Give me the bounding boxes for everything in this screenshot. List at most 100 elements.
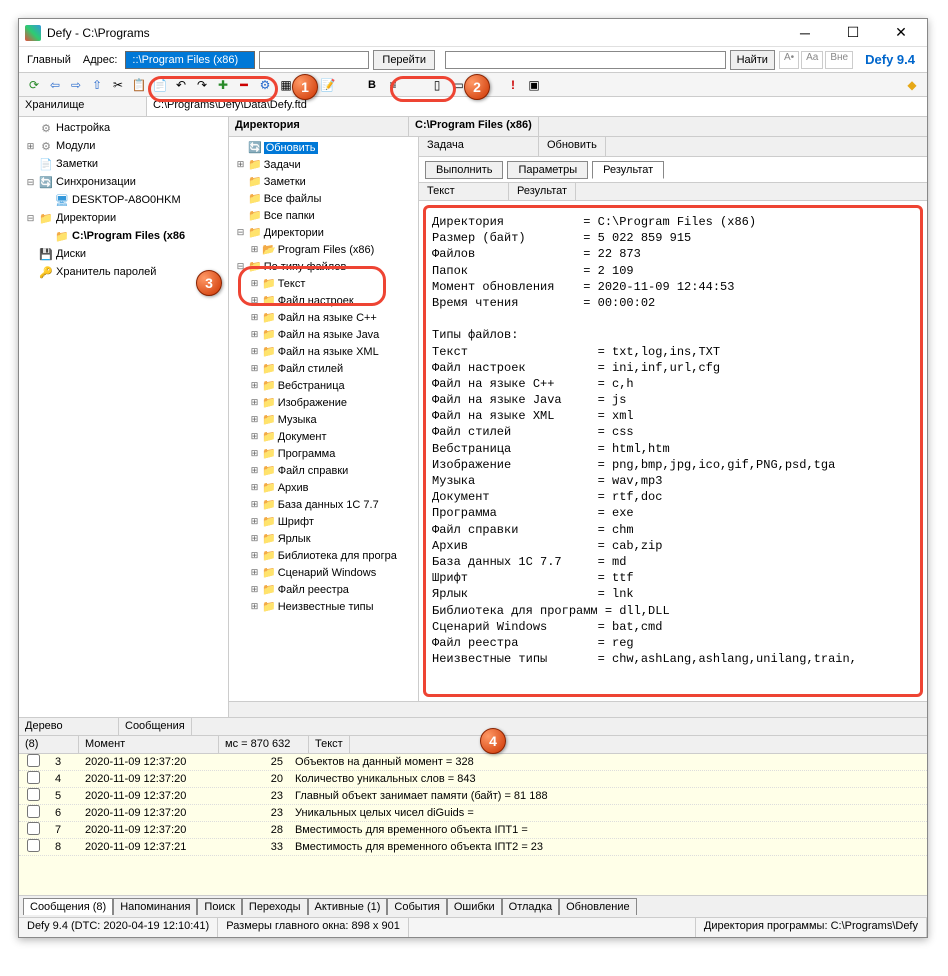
log-row[interactable]: 72020-11-09 12:37:2028Вместимость для вр…: [19, 822, 927, 839]
tree-item[interactable]: 📁C:\Program Files (x86: [21, 227, 226, 245]
log-checkbox[interactable]: [27, 839, 40, 852]
log-row[interactable]: 32020-11-09 12:37:2025Объектов на данный…: [19, 754, 927, 771]
cut-icon[interactable]: ✂: [109, 76, 127, 94]
filetree-item[interactable]: ⊞📁Файл справки: [231, 462, 416, 479]
tab[interactable]: События: [387, 898, 446, 915]
close-button[interactable]: ✕: [881, 19, 921, 47]
filetree-item[interactable]: 📁Все папки: [231, 207, 416, 224]
filetree-item[interactable]: 🔄Обновить: [231, 139, 416, 156]
tree-item[interactable]: 📄Заметки: [21, 155, 226, 173]
tree-item[interactable]: ⊞⚙Модули: [21, 137, 226, 155]
filetree-item[interactable]: ⊞📁Ярлык: [231, 530, 416, 547]
log-row[interactable]: 62020-11-09 12:37:2023Уникальных целых ч…: [19, 805, 927, 822]
align-icon[interactable]: ≡: [384, 76, 402, 94]
tree-item[interactable]: 🔑Хранитель паролей: [21, 263, 226, 281]
tree-item[interactable]: 💾Диски: [21, 245, 226, 263]
tab[interactable]: Обновление: [559, 898, 637, 915]
bottom-tabs: Сообщения (8)НапоминанияПоискПереходыАкт…: [19, 895, 927, 917]
filetree-item[interactable]: ⊞📁Текст: [231, 275, 416, 292]
filetree-item[interactable]: ⊞📁Файл реестра: [231, 581, 416, 598]
tree-item[interactable]: ⚙Настройка: [21, 119, 226, 137]
tree-item[interactable]: ⊟🔄Синхронизации: [21, 173, 226, 191]
paste-icon[interactable]: 📄: [151, 76, 169, 94]
add-icon[interactable]: ✚: [214, 76, 232, 94]
tab[interactable]: Напоминания: [113, 898, 197, 915]
tab[interactable]: Сообщения (8): [23, 898, 113, 915]
help-icon[interactable]: ◆: [903, 76, 921, 94]
filetree-item[interactable]: ⊞📁Шрифт: [231, 513, 416, 530]
params-button[interactable]: Параметры: [507, 161, 588, 179]
filetree-item[interactable]: ⊞📂Program Files (x86): [231, 241, 416, 258]
tree-item[interactable]: ⊟📁Директории: [21, 209, 226, 227]
log-row[interactable]: 42020-11-09 12:37:2020Количество уникаль…: [19, 771, 927, 788]
minimize-button[interactable]: ─: [785, 19, 825, 47]
filetree-item[interactable]: ⊞📁Файл на языке Java: [231, 326, 416, 343]
tab[interactable]: Активные (1): [308, 898, 388, 915]
gear-icon[interactable]: ⚙: [256, 76, 274, 94]
filetree-item[interactable]: ⊟📁По типу файлов: [231, 258, 416, 275]
filetree-item[interactable]: ⊞📁Файл стилей: [231, 360, 416, 377]
filetree-item[interactable]: ⊞📁Изображение: [231, 394, 416, 411]
status-dir: Директория программы: C:\Programs\Defy: [696, 918, 927, 937]
mid-col1: Директория: [229, 117, 409, 136]
refresh-icon[interactable]: ⟳: [25, 76, 43, 94]
result-text[interactable]: Директория = C:\Program Files (x86) Разм…: [423, 205, 923, 697]
redo-icon[interactable]: ↷: [193, 76, 211, 94]
filetree-item[interactable]: ⊞📁Архив: [231, 479, 416, 496]
panel1-icon[interactable]: ▯: [428, 76, 446, 94]
log-checkbox[interactable]: [27, 805, 40, 818]
bold-icon[interactable]: B: [363, 76, 381, 94]
filetree-item[interactable]: ⊞📁Сценарий Windows: [231, 564, 416, 581]
tab[interactable]: Переходы: [242, 898, 308, 915]
result-button[interactable]: Результат: [592, 161, 664, 179]
secondary-combo[interactable]: [445, 51, 726, 69]
up-icon[interactable]: ⇧: [88, 76, 106, 94]
filetree-item[interactable]: ⊞📁Музыка: [231, 411, 416, 428]
maximize-button[interactable]: ☐: [833, 19, 873, 47]
tab[interactable]: Поиск: [197, 898, 241, 915]
filetree-item[interactable]: 📁Заметки: [231, 173, 416, 190]
font-aa-btn[interactable]: Aa: [801, 51, 823, 69]
find-button[interactable]: Найти: [730, 50, 775, 70]
address-dropdown[interactable]: [259, 51, 369, 69]
filetree-item[interactable]: ⊞📁Библиотека для програ: [231, 547, 416, 564]
log-row[interactable]: 82020-11-09 12:37:2133Вместимость для вр…: [19, 839, 927, 856]
file-tree[interactable]: 🔄Обновить⊞📁Задачи📁Заметки📁Все файлы📁Все …: [229, 137, 419, 701]
copy-icon[interactable]: 📋: [130, 76, 148, 94]
log-checkbox[interactable]: [27, 754, 40, 767]
filetree-item[interactable]: ⊞📁Файл на языке XML: [231, 343, 416, 360]
font-vne-btn[interactable]: Вне: [825, 51, 853, 69]
filetree-item[interactable]: 📁Все файлы: [231, 190, 416, 207]
undo-icon[interactable]: ↶: [172, 76, 190, 94]
log-checkbox[interactable]: [27, 771, 40, 784]
filetree-item[interactable]: ⊞📁Программа: [231, 445, 416, 462]
note-icon[interactable]: 📝: [319, 76, 337, 94]
address-input[interactable]: [125, 51, 255, 69]
nav-tree[interactable]: ⚙Настройка⊞⚙Модули📄Заметки⊟🔄Синхронизаци…: [19, 117, 229, 717]
filetree-item[interactable]: ⊞📁Вебстраница: [231, 377, 416, 394]
tab[interactable]: Ошибки: [447, 898, 502, 915]
filetree-item[interactable]: ⊞📁Неизвестные типы: [231, 598, 416, 615]
forward-icon[interactable]: ⇨: [67, 76, 85, 94]
log-checkbox[interactable]: [27, 822, 40, 835]
back-icon[interactable]: ⇦: [46, 76, 64, 94]
filetree-item[interactable]: ⊞📁Задачи: [231, 156, 416, 173]
warn-icon[interactable]: !: [504, 76, 522, 94]
delete-icon[interactable]: ━: [235, 76, 253, 94]
font-a-btn[interactable]: A•: [779, 51, 799, 69]
filetree-item[interactable]: ⊞📁Документ: [231, 428, 416, 445]
tree-item[interactable]: 🖥DESKTOP-A8O0HKM: [21, 191, 226, 209]
log-row[interactable]: 52020-11-09 12:37:2023Главный объект зан…: [19, 788, 927, 805]
tab[interactable]: Отладка: [502, 898, 559, 915]
filetree-item[interactable]: ⊟📁Директории: [231, 224, 416, 241]
filetree-item[interactable]: ⊞📁Файл на языке C++: [231, 309, 416, 326]
log-checkbox[interactable]: [27, 788, 40, 801]
filetree-item[interactable]: ⊞📁Файл настроек: [231, 292, 416, 309]
filetree-item[interactable]: ⊞📁База данных 1С 7.7: [231, 496, 416, 513]
log-body[interactable]: 32020-11-09 12:37:2025Объектов на данный…: [19, 754, 927, 895]
scroll-h[interactable]: [229, 701, 927, 717]
go-button[interactable]: Перейти: [373, 50, 435, 70]
execute-button[interactable]: Выполнить: [425, 161, 503, 179]
main-label[interactable]: Главный: [23, 54, 75, 66]
screen-icon[interactable]: ▣: [525, 76, 543, 94]
